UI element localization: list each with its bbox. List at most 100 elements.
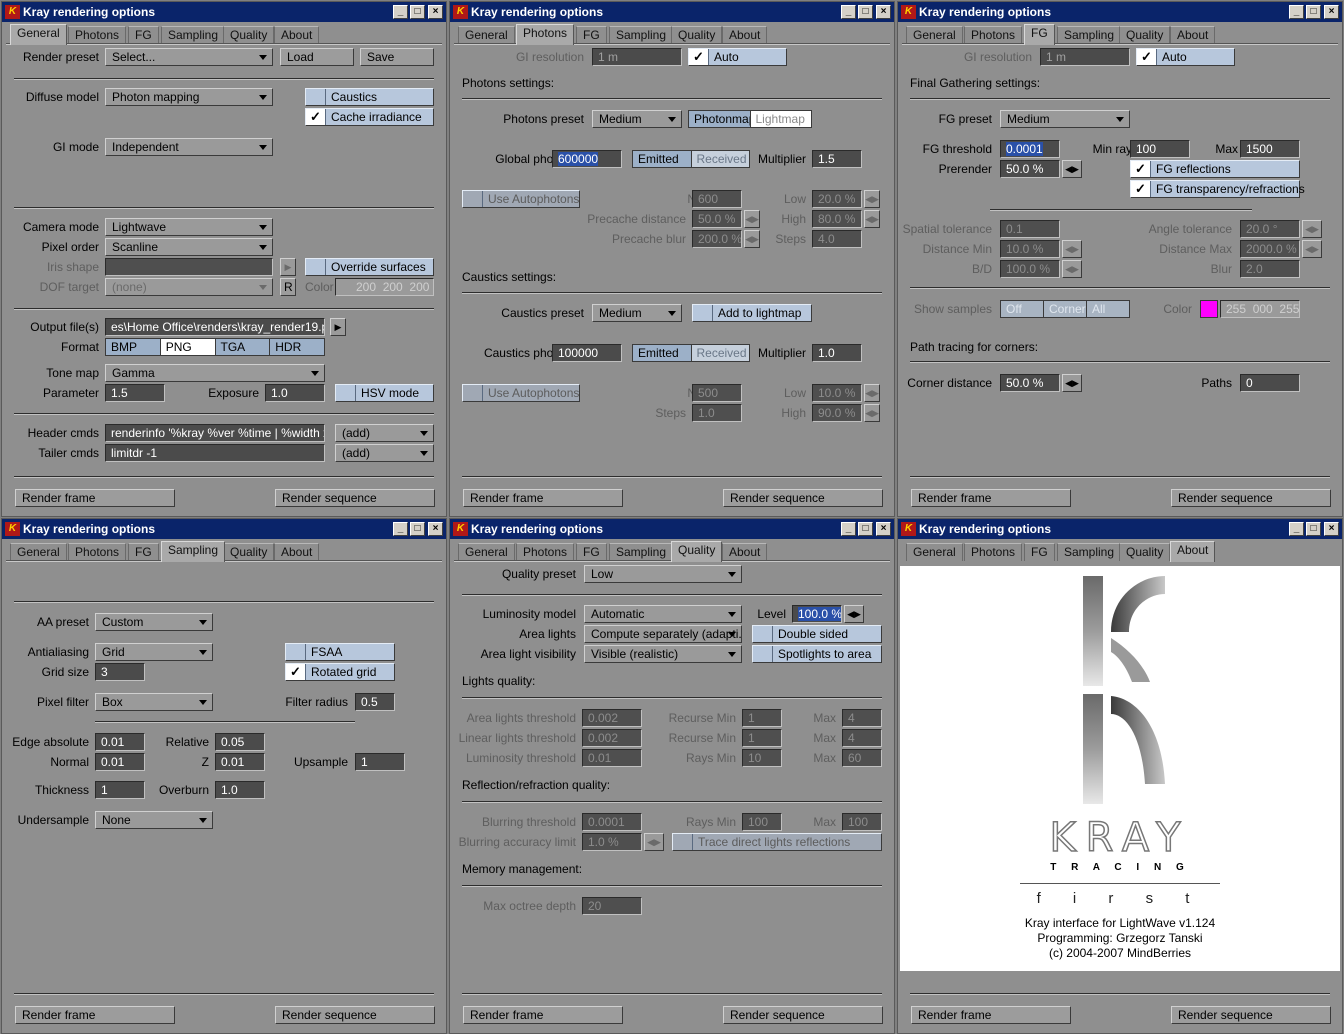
minimize-button[interactable]: _ — [841, 5, 856, 19]
tab-fg[interactable]: FG — [128, 543, 159, 561]
fg-color-field[interactable]: 255 000 255 — [1220, 300, 1300, 318]
rays-min-field[interactable]: 100 — [742, 813, 782, 831]
tab-photons[interactable]: Photons — [516, 543, 575, 561]
high-field[interactable]: 80.0 % — [812, 210, 862, 228]
tab-quality[interactable]: Quality — [671, 541, 723, 562]
prerender-field[interactable]: 50.0 % — [1000, 160, 1060, 178]
header-cmds-field[interactable]: renderinfo '%kray %ver %time | %width x … — [105, 424, 325, 442]
emitted-option[interactable]: Emitted — [633, 345, 692, 361]
format-tga[interactable]: TGA — [215, 339, 271, 355]
iris-shape-arrow-button[interactable]: ▶ — [280, 258, 296, 276]
caustics-checkbox[interactable]: Caustics — [305, 88, 434, 106]
tab-general[interactable]: General — [458, 26, 515, 44]
header-add-dropdown[interactable]: (add) — [335, 424, 434, 442]
level-field[interactable]: 100.0 % — [792, 605, 842, 623]
caustics-multiplier-field[interactable]: 1.0 — [812, 344, 862, 362]
output-file-field[interactable]: es\Home Office\renders\kray_render19.png — [105, 318, 325, 336]
tab-photons[interactable]: Photons — [68, 543, 127, 561]
angle-tolerance-field[interactable]: 20.0 ° — [1240, 220, 1300, 238]
color-swatch[interactable] — [1200, 300, 1218, 318]
close-button[interactable]: × — [876, 5, 891, 19]
luminosity-threshold-field[interactable]: 0.01 — [582, 749, 642, 767]
title-bar[interactable]: K Kray rendering options _ □ × — [450, 519, 894, 539]
format-bmp[interactable]: BMP — [106, 339, 161, 355]
tab-quality[interactable]: Quality — [223, 26, 275, 44]
tab-sampling[interactable]: Sampling — [609, 543, 674, 561]
minimize-button[interactable]: _ — [841, 522, 856, 536]
use-autophotons-checkbox[interactable]: Use Autophotons — [462, 190, 580, 208]
tab-general[interactable]: General — [10, 543, 67, 561]
level-spinner[interactable]: ◀▶ — [844, 605, 864, 623]
filter-radius-field[interactable]: 0.5 — [355, 693, 395, 711]
prerender-spinner[interactable]: ◀▶ — [1062, 160, 1082, 178]
photons-preset-dropdown[interactable]: Medium — [592, 110, 682, 128]
double-sided-checkbox[interactable]: Double sided — [752, 625, 882, 643]
render-sequence-button[interactable]: Render sequence — [1171, 1006, 1331, 1024]
minimize-button[interactable]: _ — [1289, 522, 1304, 536]
caustics-steps-field[interactable]: 1.0 — [692, 404, 742, 422]
tab-general[interactable]: General — [10, 24, 67, 45]
title-bar[interactable]: K Kray rendering options _ □ × — [898, 2, 1342, 22]
max-field[interactable]: 4 — [842, 709, 882, 727]
area-light-visibility-dropdown[interactable]: Visible (realistic) — [584, 645, 742, 663]
tab-fg[interactable]: FG — [576, 543, 607, 561]
title-bar[interactable]: K Kray rendering options _ □ × — [450, 2, 894, 22]
received-option[interactable]: Received — [691, 151, 749, 167]
z-field[interactable]: 0.01 — [215, 753, 265, 771]
minimize-button[interactable]: _ — [393, 522, 408, 536]
min-rays-field[interactable]: 100 — [1130, 140, 1190, 158]
low-spinner[interactable]: ◀▶ — [864, 190, 880, 208]
maximize-button[interactable]: □ — [410, 5, 425, 19]
bd-spinner[interactable]: ◀▶ — [1062, 260, 1082, 278]
max-field[interactable]: 4 — [842, 729, 882, 747]
r-button[interactable]: R — [280, 278, 296, 296]
tab-photons[interactable]: Photons — [964, 26, 1023, 44]
tab-photons[interactable]: Photons — [964, 543, 1023, 561]
max-octree-depth-field[interactable]: 20 — [582, 897, 642, 915]
tab-general[interactable]: General — [906, 543, 963, 561]
tailer-cmds-field[interactable]: limitdr -1 — [105, 444, 325, 462]
tab-about[interactable]: About — [274, 543, 320, 561]
undersample-dropdown[interactable]: None — [95, 811, 213, 829]
luminosity-model-dropdown[interactable]: Automatic — [584, 605, 742, 623]
distance-min-spinner[interactable]: ◀▶ — [1062, 240, 1082, 258]
thickness-field[interactable]: 1 — [95, 781, 145, 799]
steps-field[interactable]: 4.0 — [812, 230, 862, 248]
tab-about[interactable]: About — [722, 26, 768, 44]
pixel-filter-dropdown[interactable]: Box — [95, 693, 213, 711]
close-button[interactable]: × — [428, 5, 443, 19]
close-button[interactable]: × — [428, 522, 443, 536]
override-surfaces-checkbox[interactable]: Override surfaces — [305, 258, 434, 276]
cache-irradiance-checkbox[interactable]: ✓ Cache irradiance — [305, 108, 434, 126]
dof-target-dropdown[interactable]: (none) — [105, 278, 273, 296]
caustics-high-spinner[interactable]: ◀▶ — [864, 404, 880, 422]
blur-field[interactable]: 2.0 — [1240, 260, 1300, 278]
tab-sampling[interactable]: Sampling — [161, 541, 226, 562]
tab-about[interactable]: About — [1170, 541, 1216, 562]
caustics-use-autophotons-checkbox[interactable]: Use Autophotons — [462, 384, 580, 402]
tab-quality[interactable]: Quality — [671, 26, 723, 44]
caustics-low-spinner[interactable]: ◀▶ — [864, 384, 880, 402]
linear-lights-threshold-field[interactable]: 0.002 — [582, 729, 642, 747]
tab-sampling[interactable]: Sampling — [161, 26, 226, 44]
color-field[interactable]: 200 200 200 — [335, 278, 434, 296]
distance-max-spinner[interactable]: ◀▶ — [1302, 240, 1322, 258]
paths-field[interactable]: 0 — [1240, 374, 1300, 392]
tab-quality[interactable]: Quality — [223, 543, 275, 561]
camera-mode-dropdown[interactable]: Lightwave — [105, 218, 273, 236]
emitted-option[interactable]: Emitted — [633, 151, 692, 167]
received-option[interactable]: Received — [691, 345, 749, 361]
area-lights-dropdown[interactable]: Compute separately (adapti... — [584, 625, 742, 643]
output-file-arrow-button[interactable]: ▶ — [330, 318, 346, 336]
precache-distance-field[interactable]: 50.0 % — [692, 210, 742, 228]
show-samples-all[interactable]: All — [1087, 301, 1129, 317]
tone-map-dropdown[interactable]: Gamma — [105, 364, 325, 382]
caustics-photons-field[interactable]: 100000 — [552, 344, 622, 362]
grid-size-field[interactable]: 3 — [95, 663, 145, 681]
fg-preset-dropdown[interactable]: Medium — [1000, 110, 1130, 128]
tab-fg[interactable]: FG — [1024, 543, 1055, 561]
edge-absolute-field[interactable]: 0.01 — [95, 733, 145, 751]
tab-sampling[interactable]: Sampling — [1057, 26, 1122, 44]
precache-distance-spinner[interactable]: ◀▶ — [744, 210, 760, 228]
relative-field[interactable]: 0.05 — [215, 733, 265, 751]
